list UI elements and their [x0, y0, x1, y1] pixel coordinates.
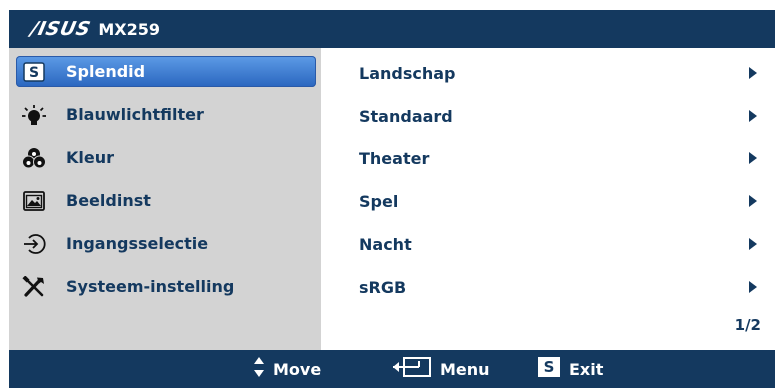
sidebar-item-label: Ingangsselectie: [66, 234, 209, 253]
option-label: Spel: [359, 191, 399, 211]
option-label: Standaard: [359, 106, 453, 126]
arrow-right-icon: [749, 238, 757, 250]
input-arrow-icon: [20, 232, 48, 256]
splendid-s-icon: S: [20, 60, 48, 84]
osd-window: /ISUS MX259 S Splendid Blauwlichtfilter …: [9, 10, 775, 388]
sidebar-item-label: Systeem-instelling: [66, 277, 235, 296]
option-label: Landschap: [359, 63, 456, 83]
page-indicator: 1/2: [734, 316, 761, 334]
option-spel[interactable]: Spel: [359, 186, 759, 216]
wrench-screwdriver-icon: [20, 275, 48, 299]
arrow-right-icon: [749, 67, 757, 79]
option-theater[interactable]: Theater: [359, 143, 759, 173]
splendid-s-icon: S: [537, 356, 561, 382]
move-label: Move: [273, 359, 322, 379]
svg-text:S: S: [29, 65, 39, 81]
exit-control[interactable]: S Exit: [537, 350, 603, 388]
sidebar-item-label: Beeldinst: [66, 191, 151, 210]
sidebar-item-label: Splendid: [66, 62, 146, 81]
asus-logo: /ISUS: [28, 18, 93, 40]
sidebar-item-label: Kleur: [66, 148, 115, 167]
option-label: Theater: [359, 148, 430, 168]
bulb-icon: [20, 103, 48, 127]
up-down-arrows-icon: [253, 354, 265, 384]
arrow-right-icon: [749, 110, 757, 122]
option-srgb[interactable]: sRGB: [359, 272, 759, 302]
rgb-circles-icon: [20, 146, 48, 170]
header-bar: /ISUS MX259: [9, 10, 775, 48]
sidebar-item-label: Blauwlichtfilter: [66, 105, 204, 124]
footer-bar: Move Menu S Exit: [9, 350, 775, 388]
menu-control[interactable]: Menu: [392, 350, 490, 388]
sidebar-item-splendid[interactable]: S Splendid: [16, 56, 316, 87]
model-name: MX259: [98, 19, 160, 39]
arrow-right-icon: [749, 152, 757, 164]
option-nacht[interactable]: Nacht: [359, 229, 759, 259]
option-label: sRGB: [359, 277, 407, 297]
arrow-right-icon: [749, 281, 757, 293]
option-landschap[interactable]: Landschap: [359, 58, 759, 88]
sidebar-item-systeem-instelling[interactable]: Systeem-instelling: [16, 271, 316, 302]
sidebar-item-beeldinst[interactable]: Beeldinst: [16, 185, 316, 216]
enter-key-icon: [392, 356, 432, 382]
options-panel: Landschap Standaard Theater Spel Nacht s…: [321, 48, 775, 350]
option-standaard[interactable]: Standaard: [359, 101, 759, 131]
menu-label: Menu: [440, 359, 490, 379]
sidebar-item-blauwlichtfilter[interactable]: Blauwlichtfilter: [16, 99, 316, 130]
picture-icon: [20, 189, 48, 213]
arrow-right-icon: [749, 195, 757, 207]
sidebar-item-kleur[interactable]: Kleur: [16, 142, 316, 173]
option-label: Nacht: [359, 234, 412, 254]
sidebar-item-ingangsselectie[interactable]: Ingangsselectie: [16, 228, 316, 259]
move-control[interactable]: Move: [253, 350, 321, 388]
sidebar: S Splendid Blauwlichtfilter Kleur Beeldi…: [9, 48, 321, 350]
exit-label: Exit: [569, 359, 604, 379]
svg-text:S: S: [544, 358, 555, 376]
brand: /ISUS MX259: [28, 18, 160, 40]
